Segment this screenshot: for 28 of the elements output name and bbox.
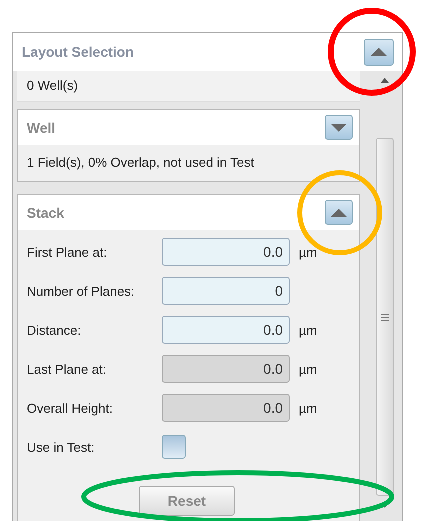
unit-label: µm [299, 362, 318, 376]
field-label: Number of Planes: [27, 284, 136, 298]
wells-summary: 0 Well(s) [17, 71, 360, 102]
input-field[interactable]: 0.0 [162, 316, 290, 344]
section-title: Stack [27, 204, 64, 220]
field-label: Distance: [27, 322, 82, 338]
checkbox[interactable] [162, 435, 186, 459]
caret-icon [331, 124, 347, 132]
expand-button[interactable] [325, 115, 353, 140]
caret-icon [331, 208, 347, 216]
unit-label: µm [299, 322, 318, 338]
field-label: First Plane at: [27, 244, 108, 260]
section-title: Well [27, 120, 56, 136]
input-field[interactable]: 0 [162, 277, 290, 305]
grip-icon [381, 314, 389, 320]
field-label: Overall Height: [27, 400, 114, 416]
scroll-up-icon[interactable] [381, 78, 389, 83]
unit-label: µm [299, 244, 318, 260]
input-field[interactable]: 0.0 [162, 238, 290, 266]
section-summary: 1 Field(s), 0% Overlap, not used in Test [26, 154, 256, 172]
caret-icon [371, 48, 387, 56]
field-label: Last Plane at: [27, 362, 108, 376]
field-label: Use in Test: [27, 440, 96, 454]
unit-label: µm [299, 400, 318, 416]
collapse-button[interactable] [364, 38, 394, 66]
collapse-button[interactable] [325, 200, 353, 225]
scroll-thumb[interactable] [376, 138, 394, 496]
panel-title: Layout Selection [22, 44, 134, 60]
